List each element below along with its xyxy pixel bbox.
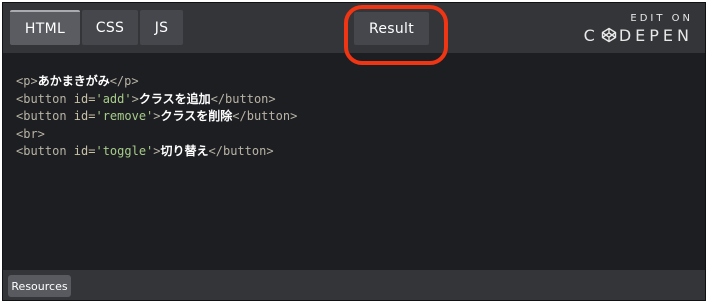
- codepen-embed: HTML CSS JS Result EDIT ON C DEPEN <p>あかま…: [2, 2, 706, 301]
- code-token-tag: <button: [16, 91, 74, 106]
- code-token-txt: クラスを追加: [138, 91, 211, 106]
- code-token-tag: </button>: [208, 144, 274, 158]
- code-token-txt: あかまきがみ: [37, 74, 110, 88]
- code-line: <button id='add'>クラスを追加</button>: [16, 91, 297, 109]
- result-highlight-annotation: [344, 5, 448, 65]
- code-token-tag: <p>: [16, 74, 38, 88]
- code-token-tag: </p>: [109, 74, 139, 88]
- code-token-tag: >: [131, 91, 139, 106]
- codepen-logo: C DEPEN: [583, 26, 693, 45]
- code-token-tag: </button>: [232, 109, 298, 123]
- code-line: <p>あかまきがみ</p>: [16, 73, 297, 91]
- code-token-attr: id=: [73, 91, 96, 106]
- codepen-logo-prefix: C: [583, 26, 599, 45]
- code-token-attr: id=: [73, 144, 96, 158]
- code-line: <button id='toggle'>切り替え</button>: [16, 143, 297, 161]
- code-token-txt: クラスを削除: [160, 109, 233, 123]
- edit-on-label: EDIT ON: [630, 13, 693, 24]
- codepen-cube-icon: [601, 27, 617, 43]
- code-token-tag: <button: [16, 144, 74, 158]
- html-code-editor[interactable]: <p>あかまきがみ</p> <button id='add'>クラスを追加</bu…: [16, 73, 297, 161]
- code-token-tag: <br>: [16, 126, 45, 141]
- code-token-attr: id=: [73, 109, 96, 123]
- tab-html[interactable]: HTML: [10, 10, 80, 45]
- code-token-tag: >: [153, 144, 161, 158]
- code-line: <button id='remove'>クラスを削除</button>: [16, 108, 297, 126]
- code-token-tag: </button>: [210, 91, 276, 106]
- code-token-str: 'toggle': [95, 144, 154, 158]
- resources-button[interactable]: Resources: [8, 275, 71, 297]
- code-line: <br>: [16, 126, 297, 144]
- edit-on-codepen-link[interactable]: EDIT ON C DEPEN: [583, 13, 693, 45]
- code-token-tag: <button: [16, 109, 74, 123]
- codepen-logo-suffix: DEPEN: [618, 26, 693, 45]
- code-token-txt: 切り替え: [160, 144, 209, 158]
- code-token-str: 'add': [95, 91, 132, 106]
- code-token-str: 'remove': [95, 109, 154, 123]
- tab-js[interactable]: JS: [140, 10, 183, 45]
- tab-css[interactable]: CSS: [82, 10, 138, 45]
- top-bar: HTML CSS JS Result EDIT ON C DEPEN: [3, 3, 705, 65]
- footer-bar: Resources: [3, 270, 705, 300]
- code-token-tag: >: [153, 109, 161, 123]
